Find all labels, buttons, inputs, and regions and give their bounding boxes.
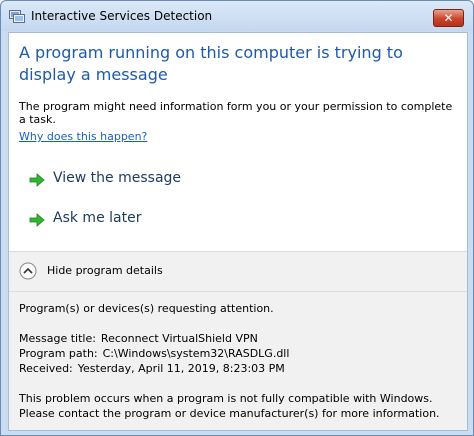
- details-divider: [9, 291, 467, 292]
- close-button[interactable]: ✕: [433, 9, 464, 27]
- title-bar[interactable]: Interactive Services Detection ✕: [1, 1, 473, 31]
- hide-details-toggle[interactable]: Hide program details: [19, 262, 219, 280]
- program-path-row: Program path: C:\Windows\system32\RASDLG.…: [19, 347, 289, 360]
- view-message-command[interactable]: View the message: [19, 165, 319, 195]
- received-row: Received: Yesterday, April 11, 2019, 8:23…: [19, 362, 285, 375]
- received-label: Received:: [19, 362, 73, 375]
- message-title-label: Message title:: [19, 332, 96, 345]
- hide-details-label: Hide program details: [47, 264, 163, 277]
- green-arrow-icon: [29, 213, 45, 227]
- problem-text-line2: Please contact the program or device man…: [19, 407, 440, 420]
- program-path-value: C:\Windows\system32\RASDLG.dll: [102, 347, 290, 360]
- program-details-panel: Hide program details Program(s) or devic…: [9, 251, 467, 430]
- why-link[interactable]: Why does this happen?: [19, 130, 147, 143]
- chevron-up-icon: [19, 262, 37, 280]
- headline: A program running on this computer is tr…: [19, 43, 403, 84]
- close-icon: ✕: [443, 11, 454, 25]
- ask-later-label: Ask me later: [53, 210, 142, 226]
- message-title-row: Message title: Reconnect VirtualShield VP…: [19, 332, 258, 345]
- attention-text: Program(s) or devices(s) requesting atte…: [19, 302, 274, 315]
- received-value: Yesterday, April 11, 2019, 8:23:03 PM: [77, 362, 285, 375]
- green-arrow-icon: [29, 173, 45, 187]
- dialog-content: A program running on this computer is tr…: [8, 32, 468, 431]
- program-path-label: Program path:: [19, 347, 98, 360]
- view-message-label: View the message: [53, 170, 182, 186]
- window-title: Interactive Services Detection: [31, 9, 213, 23]
- dialog-window: Interactive Services Detection ✕ A progr…: [0, 0, 474, 436]
- interactive-services-icon: [9, 10, 25, 23]
- message-title-value: Reconnect VirtualShield VPN: [100, 332, 258, 345]
- problem-text-line1: This problem occurs when a program is no…: [19, 392, 433, 405]
- description: The program might need information form …: [19, 100, 453, 126]
- ask-later-command[interactable]: Ask me later: [19, 205, 319, 235]
